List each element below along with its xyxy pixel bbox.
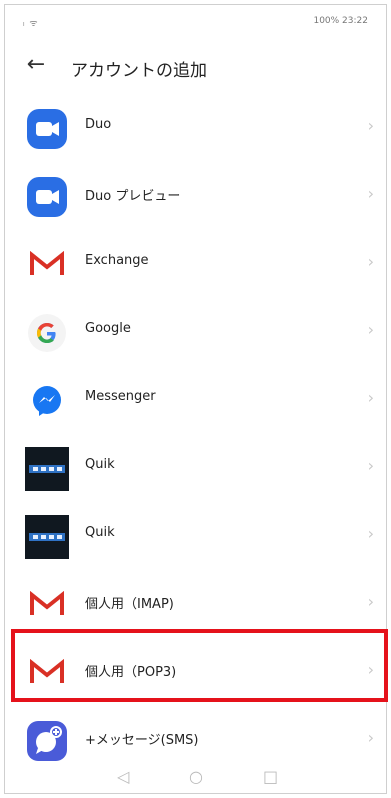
account-label: Messenger	[85, 389, 156, 404]
phone-screen: ₗ ᯤ 100% 23:22 ← アカウントの追加 Duo › Duo プレビュ…	[4, 4, 387, 794]
chevron-right-icon: ›	[367, 728, 374, 747]
quik-icon	[25, 515, 69, 559]
gmail-icon	[25, 583, 69, 627]
chevron-right-icon: ›	[367, 660, 374, 679]
app-header: ← アカウントの追加	[5, 43, 386, 89]
account-label: Google	[85, 321, 131, 336]
arrow-left-icon[interactable]: ←	[21, 51, 51, 81]
chevron-right-icon: ›	[367, 320, 374, 339]
signal-wifi-indicator: ₗ ᯤ	[23, 19, 39, 29]
chevron-right-icon: ›	[367, 456, 374, 475]
chevron-right-icon: ›	[367, 116, 374, 135]
chevron-right-icon: ›	[367, 524, 374, 543]
account-label: 個人用（POP3)	[85, 665, 177, 680]
gmail-icon	[25, 651, 69, 695]
plus-message-icon	[25, 719, 69, 763]
list-item-google[interactable]: Google ›	[5, 298, 386, 366]
chevron-right-icon: ›	[367, 252, 374, 271]
duo-icon	[25, 107, 69, 151]
account-label: Quik	[85, 525, 115, 540]
messenger-icon	[25, 379, 69, 423]
chevron-right-icon: ›	[367, 184, 374, 203]
list-item-messenger[interactable]: Messenger ›	[5, 366, 386, 434]
google-g-icon	[25, 311, 69, 355]
list-item-duo-preview[interactable]: Duo プレビュー ›	[5, 162, 386, 230]
nav-home-icon[interactable]: ○	[189, 767, 203, 786]
list-item-personal-pop3[interactable]: 個人用（POP3) ›	[5, 638, 386, 706]
account-label: Duo	[85, 117, 112, 132]
chevron-right-icon: ›	[367, 388, 374, 407]
account-label: Duo プレビュー	[85, 189, 181, 204]
list-item-quik-2[interactable]: Quik ›	[5, 502, 386, 570]
nav-back-icon[interactable]: ◁	[117, 767, 129, 786]
chevron-right-icon: ›	[367, 592, 374, 611]
gmail-icon	[25, 243, 69, 287]
account-list: Duo › Duo プレビュー › Exchange › Google › Me…	[5, 94, 386, 774]
list-item-quik-1[interactable]: Quik ›	[5, 434, 386, 502]
page-title: アカウントの追加	[71, 61, 207, 81]
system-nav-bar: ◁ ○ □	[5, 761, 386, 793]
list-item-personal-imap[interactable]: 個人用（IMAP) ›	[5, 570, 386, 638]
duo-preview-icon	[25, 175, 69, 219]
list-item-duo[interactable]: Duo ›	[5, 94, 386, 162]
nav-recent-icon[interactable]: □	[263, 767, 278, 786]
status-bar: ₗ ᯤ 100% 23:22	[5, 5, 386, 35]
account-label: Quik	[85, 457, 115, 472]
battery-time-indicator: 100% 23:22	[313, 16, 368, 26]
account-label: Exchange	[85, 253, 149, 268]
account-label: +メッセージ(SMS)	[85, 733, 199, 748]
list-item-exchange[interactable]: Exchange ›	[5, 230, 386, 298]
account-label: 個人用（IMAP)	[85, 597, 174, 612]
quik-icon	[25, 447, 69, 491]
